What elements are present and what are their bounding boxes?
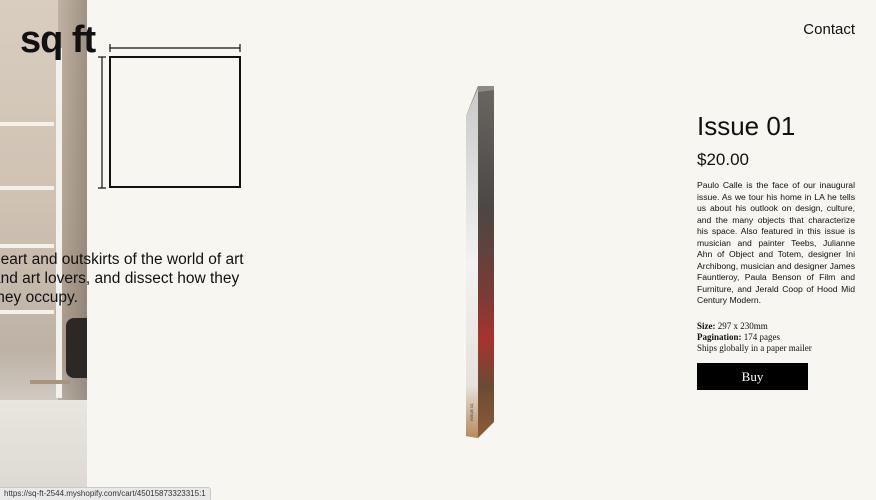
contact-link[interactable]: Contact [803,21,855,38]
intro-text: heart and outskirts of the world of art … [0,250,260,307]
intro-line: and art lovers, and dissect how they [0,270,240,287]
product-price: $20.00 [697,150,749,169]
product-description: Paulo Calle is the face of our inaugural… [697,180,855,305]
spec-size-value: 297 x 230mm [717,320,768,331]
spec-pagination-value: 174 pages [743,331,781,342]
spec-pagination-label: Pagination: [697,331,742,342]
photo-floor [0,400,87,500]
intro-line: they occupy. [0,289,78,306]
photo-door [0,48,62,398]
magazine-issue-01[interactable]: ISSUE 01 [464,86,496,438]
buy-button[interactable]: Buy [697,363,808,390]
status-bar-url: https://sq-ft-2544.myshopify.com/cart/45… [0,487,211,500]
photo-door-mullion [0,122,54,126]
product-title: Issue 01 [697,111,796,141]
spec-size-label: Size: [697,320,716,331]
spec-pagination: Pagination: 174 pages [697,332,857,343]
photo-door-mullion [0,186,54,190]
product-details: Issue 01 $20.00 Paulo Calle is the face … [697,110,857,354]
spec-size: Size: 297 x 230mm [697,321,857,332]
intro-line: heart and outskirts of the world of art [0,251,244,268]
magazine-spine-label: ISSUE 01 [469,403,474,421]
square-footage-diagram [98,44,241,189]
product-specs: Size: 297 x 230mm Pagination: 174 pages … [697,321,857,354]
photo-door-mullion [0,244,54,248]
photo-chair [66,318,87,378]
spec-shipping: Ships globally in a paper mailer [697,342,812,353]
photo-door-mullion [0,310,54,314]
site-logo[interactable]: sq ft [20,18,96,62]
